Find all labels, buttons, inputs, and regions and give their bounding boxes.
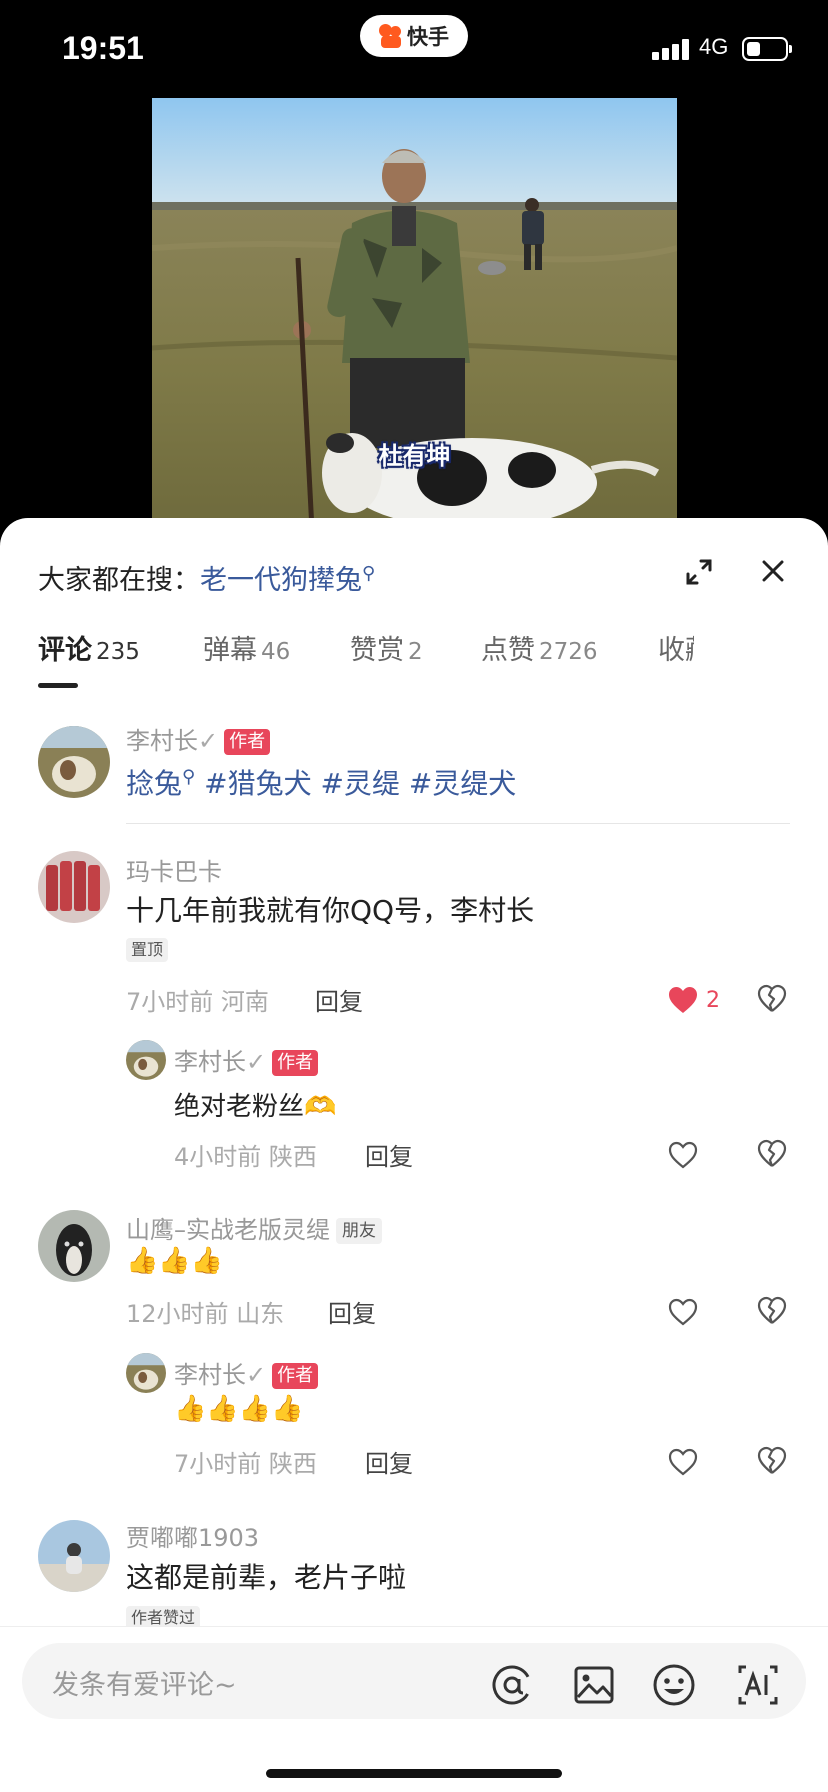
tab-label: 评论 xyxy=(38,635,92,666)
reply-username[interactable]: 李村长✓ 作者 xyxy=(174,1042,319,1077)
tab-indicator xyxy=(38,683,78,688)
status-time: 19:51 xyxy=(62,30,144,66)
expand-icon[interactable] xyxy=(685,558,713,586)
comment-text: 十几年前我就有你QQ号，李村长 xyxy=(126,894,535,927)
reply-text: 绝对老粉丝🫶 xyxy=(174,1092,337,1122)
broken-heart-icon[interactable] xyxy=(757,984,787,1014)
reply-button[interactable]: 回复 xyxy=(328,1294,376,1329)
tab-count: 2 xyxy=(408,639,423,665)
comment-input-placeholder: 发条有爱评论~ xyxy=(52,1670,237,1701)
comment-username[interactable]: 山鹰–实战老版灵缇 朋友 xyxy=(126,1210,382,1245)
avatar[interactable] xyxy=(126,1040,166,1080)
comment-input-bar: 发条有爱评论~ xyxy=(0,1626,828,1792)
avatar[interactable] xyxy=(38,726,110,798)
close-icon[interactable] xyxy=(758,556,788,586)
tab-favorites[interactable]: 收藏 xyxy=(658,628,694,667)
video-subtitle: 杜有坤 xyxy=(378,442,451,470)
comment-tabs: 评论235 弹幕46 赞赏2 点赞2726 收藏 xyxy=(38,628,828,698)
heart-outline-icon[interactable] xyxy=(668,1141,698,1169)
tab-likes[interactable]: 点赞 2726 xyxy=(481,628,598,667)
network-type: 4G xyxy=(699,34,729,59)
tab-label: 收藏 xyxy=(658,635,694,666)
emoji-icon[interactable] xyxy=(652,1663,696,1707)
friend-badge: 朋友 xyxy=(336,1218,382,1244)
avatar[interactable] xyxy=(38,1520,110,1592)
tab-label: 赞赏 xyxy=(350,635,404,666)
search-icon: ⚲ xyxy=(362,563,376,584)
image-icon[interactable] xyxy=(572,1663,616,1707)
comment-emoji-text: 👍👍👍 xyxy=(126,1246,224,1276)
comment-input[interactable]: 发条有爱评论~ xyxy=(22,1643,806,1719)
status-bar: 19:51 快手 4G xyxy=(0,0,828,100)
tab-count: 235 xyxy=(96,639,140,665)
comment-username[interactable]: 李村长✓ 作者 xyxy=(126,721,271,756)
author-badge: 作者 xyxy=(272,1050,319,1076)
heart-icon[interactable] xyxy=(668,986,698,1014)
search-keyword[interactable]: 老一代狗撵兔 xyxy=(200,565,362,596)
tab-danmaku[interactable]: 弹幕 46 xyxy=(203,628,290,667)
author-badge: 作者 xyxy=(272,1363,319,1389)
author-badge: 作者 xyxy=(224,729,271,755)
reply-button[interactable]: 回复 xyxy=(365,1137,413,1172)
app-name: 快手 xyxy=(407,25,449,49)
like-count: 2 xyxy=(706,988,720,1013)
battery-icon xyxy=(742,37,792,61)
app-indicator-pill[interactable]: 快手 xyxy=(360,15,468,57)
home-indicator xyxy=(266,1769,562,1778)
broken-heart-icon[interactable] xyxy=(757,1296,787,1326)
author-post-text: 捻兔⚲ #猎兔犬 #灵缇 #灵缇犬 xyxy=(126,762,516,802)
heart-outline-icon[interactable] xyxy=(668,1298,698,1326)
avatar[interactable] xyxy=(38,1210,110,1282)
reply-button[interactable]: 回复 xyxy=(315,982,363,1017)
divider xyxy=(126,823,790,824)
hashtag-keyword[interactable]: 捻兔 xyxy=(126,767,182,800)
avatar[interactable] xyxy=(126,1353,166,1393)
search-suggestion[interactable]: 大家都在搜：老一代狗撵兔⚲ xyxy=(38,558,375,597)
tab-label: 点赞 xyxy=(481,635,535,666)
heart-outline-icon[interactable] xyxy=(668,1448,698,1476)
signal-icon xyxy=(652,38,692,60)
tab-count: 2726 xyxy=(539,639,598,665)
search-prefix: 大家都在搜： xyxy=(38,565,200,596)
hashtag-list[interactable]: #猎兔犬 #灵缇 #灵缇犬 xyxy=(204,767,516,800)
at-icon[interactable] xyxy=(490,1663,534,1707)
pinned-badge: 置顶 xyxy=(126,938,169,962)
broken-heart-icon[interactable] xyxy=(757,1446,787,1476)
search-icon: ⚲ xyxy=(182,766,196,788)
tab-comments[interactable]: 评论 235 xyxy=(38,628,140,667)
comment-username[interactable]: 贾嘟嘟1903 xyxy=(126,1518,259,1553)
comment-username[interactable]: 玛卡巴卡 xyxy=(126,852,222,887)
reply-meta: 7小时前 陕西 xyxy=(174,1450,317,1478)
comment-text: 这都是前辈，老片子啦 xyxy=(126,1561,407,1594)
broken-heart-icon[interactable] xyxy=(757,1139,787,1169)
tab-rewards[interactable]: 赞赏 2 xyxy=(350,628,423,667)
reply-emoji-text: 👍👍👍👍 xyxy=(174,1394,304,1424)
comment-meta: 12小时前 山东 xyxy=(126,1300,285,1328)
comment-sheet: 大家都在搜：老一代狗撵兔⚲ 评论235 弹幕46 赞赏2 点赞2726 收藏 李… xyxy=(0,518,828,1792)
ai-icon[interactable] xyxy=(736,1663,780,1707)
avatar[interactable] xyxy=(38,851,110,923)
reply-meta: 4小时前 陕西 xyxy=(174,1143,317,1171)
reply-button[interactable]: 回复 xyxy=(365,1444,413,1479)
kuaishou-logo-icon xyxy=(379,24,403,48)
comment-meta: 7小时前 河南 xyxy=(126,988,269,1016)
reply-username[interactable]: 李村长✓ 作者 xyxy=(174,1355,319,1390)
tab-label: 弹幕 xyxy=(203,635,257,666)
video-player[interactable]: 杜有坤 xyxy=(152,98,677,530)
tab-count: 46 xyxy=(261,639,291,665)
